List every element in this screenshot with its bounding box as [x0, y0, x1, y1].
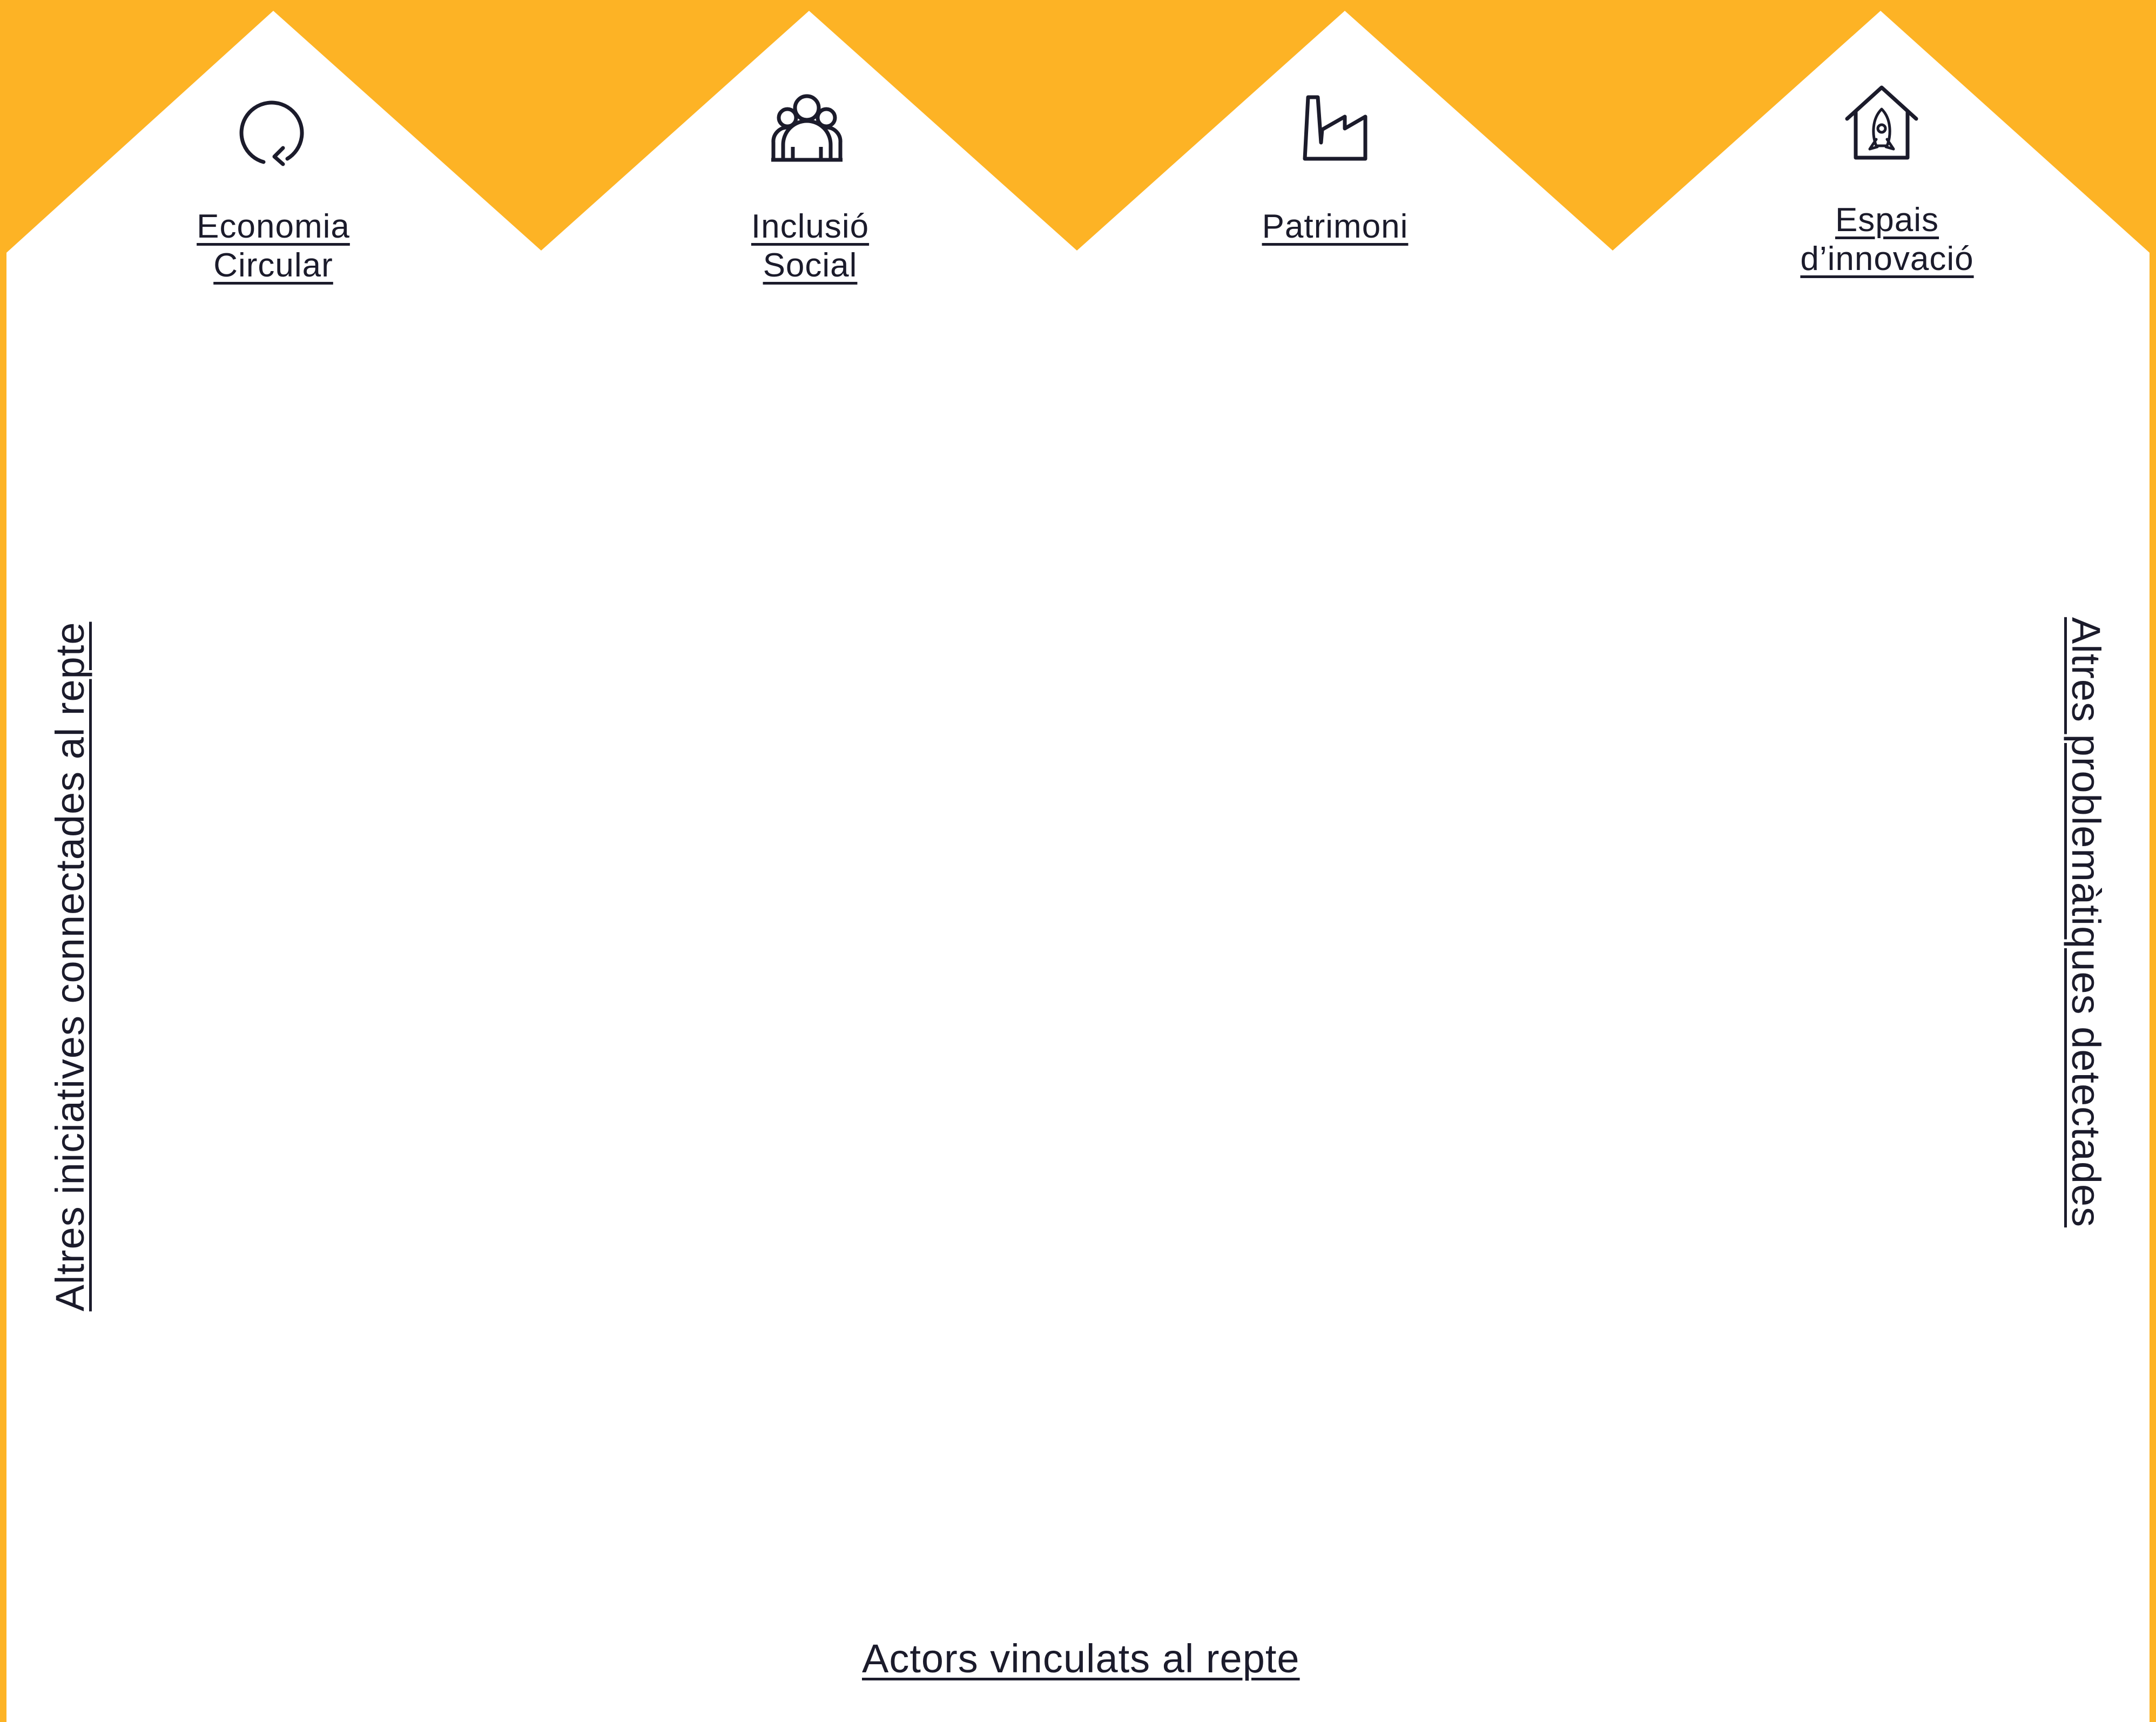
category-label-line1: Inclusió [751, 208, 870, 245]
category-label-line2: Circular [213, 247, 333, 284]
rocket-house-icon [1844, 85, 1919, 161]
category-label-line2: d’innovació [1800, 240, 1974, 278]
category-patrimoni[interactable]: Patrimoni [1195, 207, 1475, 246]
category-label-line1: Economia [197, 208, 350, 245]
people-group-icon [769, 93, 845, 168]
bottom-label[interactable]: Actors vinculats al repte [862, 1636, 1299, 1682]
category-label-line2: Social [763, 247, 858, 284]
right-side-label[interactable]: Altres problemàtiques detectades [2063, 617, 2108, 1227]
factory-icon [1298, 93, 1374, 168]
category-label-line1: Patrimoni [1262, 208, 1409, 245]
left-side-label[interactable]: Altres iniciatives connectades al repte [48, 622, 93, 1311]
category-economia-circular[interactable]: Economia Circular [133, 207, 414, 285]
category-inclusio-social[interactable]: Inclusió Social [670, 207, 951, 285]
category-espais-innovacio[interactable]: Espais d’innovació [1747, 201, 2027, 279]
category-label-line1: Espais [1835, 201, 1939, 239]
circular-arrow-icon [235, 93, 311, 168]
